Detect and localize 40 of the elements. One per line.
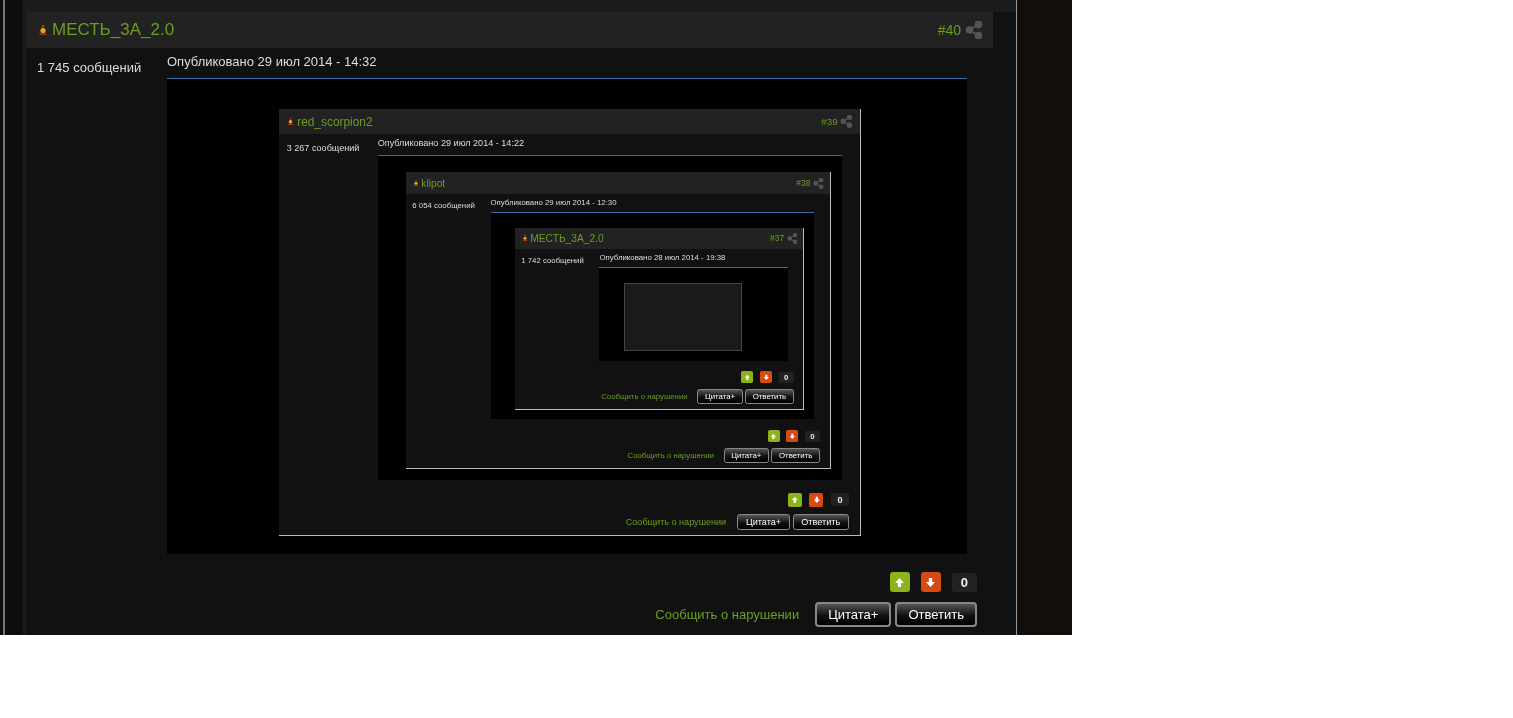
downvote-button[interactable] (759, 371, 772, 384)
author-link[interactable]: klipot (421, 177, 446, 189)
author-link[interactable]: МЕСТЬ_3А_2.0 (530, 232, 604, 244)
up-arrow-icon (744, 374, 751, 381)
medal-icon (287, 118, 295, 126)
medal-icon (38, 25, 48, 35)
down-arrow-icon (812, 495, 821, 504)
post-number-link[interactable]: #40 (937, 22, 961, 38)
quote-button[interactable]: Цитата+ (737, 513, 790, 530)
upvote-button[interactable] (889, 572, 910, 593)
score-counter: 0 (951, 572, 977, 592)
upvote-button[interactable] (741, 371, 754, 384)
reply-button[interactable]: Ответить (792, 513, 849, 530)
message-count: 1 745 сообщений (37, 60, 142, 75)
post-number-link[interactable]: #39 (821, 116, 838, 128)
publish-date: Опубликовано 29 июл 2014 - 14:22 (377, 138, 526, 151)
publish-date: Опубликовано 29 июл 2014 - 14:32 (167, 54, 378, 71)
report-link[interactable]: Сообщить о нарушении (655, 607, 800, 623)
up-arrow-icon (790, 495, 799, 504)
post-number-link[interactable]: #37 (770, 233, 785, 244)
up-arrow-icon (894, 576, 906, 588)
medal-icon (521, 235, 528, 242)
quote-button[interactable]: Цитата+ (815, 602, 892, 628)
upvote-button[interactable] (767, 430, 780, 443)
report-link[interactable]: Сообщить о нарушении (625, 516, 727, 527)
downvote-button[interactable] (920, 572, 941, 593)
post-number-link[interactable]: #38 (796, 178, 811, 189)
author-link[interactable]: red_scorpion2 (297, 114, 373, 129)
score-counter: 0 (831, 493, 849, 506)
author-link[interactable]: МЕСТЬ_3А_2.0 (52, 20, 175, 40)
message-count: 3 267 сообщений (286, 142, 360, 153)
downvote-button[interactable] (786, 430, 799, 443)
down-arrow-icon (925, 576, 937, 588)
down-arrow-icon (788, 433, 796, 440)
down-arrow-icon (762, 374, 770, 381)
medal-icon (412, 180, 419, 187)
reply-button[interactable]: Ответить (895, 602, 977, 628)
downvote-button[interactable] (809, 492, 824, 507)
upvote-button[interactable] (787, 492, 802, 507)
up-arrow-icon (770, 433, 777, 440)
